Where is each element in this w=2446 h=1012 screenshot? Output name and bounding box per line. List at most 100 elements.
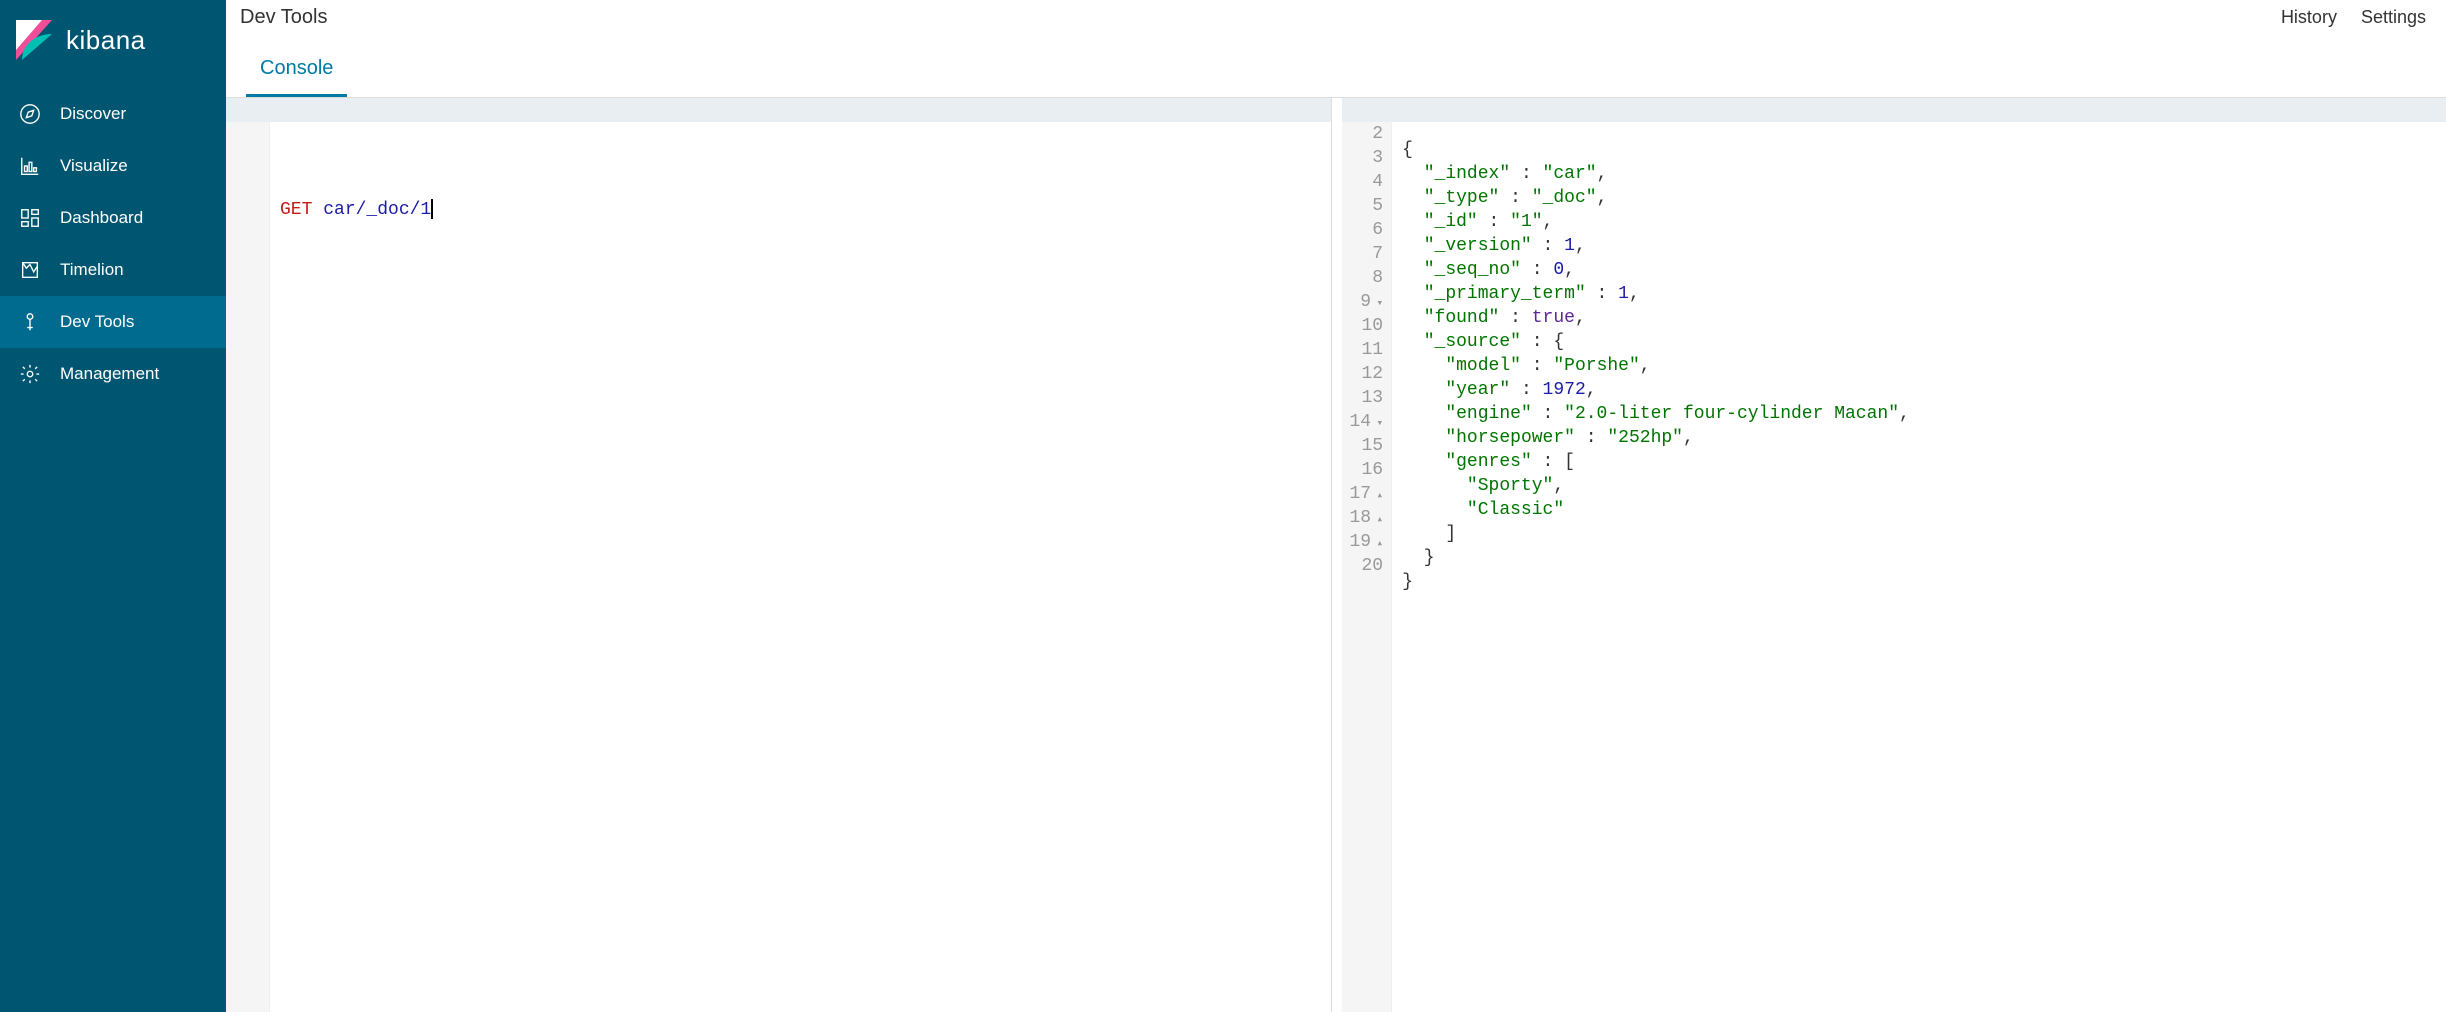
- token-key: "engine": [1445, 404, 1531, 424]
- response-line: "_seq_no" : 0,: [1402, 258, 2446, 282]
- token-string: "Porshe": [1553, 356, 1639, 376]
- token-punc: ,: [1899, 404, 1910, 424]
- token-punc: ,: [1683, 428, 1694, 448]
- line-number: 20: [1350, 554, 1384, 578]
- tab-console[interactable]: Console: [246, 47, 347, 97]
- response-line: "_index" : "car",: [1402, 162, 2446, 186]
- response-line: "Classic": [1402, 498, 2446, 522]
- token-punc: {: [1402, 140, 1413, 160]
- fold-toggle-icon[interactable]: ▾: [1373, 292, 1383, 316]
- token-punc: ,: [1575, 236, 1586, 256]
- token-pad: [1402, 476, 1467, 496]
- token-string: "Sporty": [1467, 476, 1553, 496]
- pane-resize-handle[interactable]: ⋮: [1342, 555, 1346, 577]
- token-punc: :: [1521, 356, 1553, 376]
- line-number: 12: [1350, 362, 1384, 386]
- sidebar-item-visualize[interactable]: Visualize: [0, 140, 226, 192]
- dashboard-icon: [18, 206, 42, 230]
- token-punc: :: [1586, 284, 1618, 304]
- line-number: 4: [1350, 170, 1384, 194]
- token-pad: [1402, 524, 1445, 544]
- brand-name: kibana: [66, 25, 146, 56]
- response-line: "model" : "Porshe",: [1402, 354, 2446, 378]
- token-punc: ,: [1597, 188, 1608, 208]
- fold-toggle-icon[interactable]: ▴: [1373, 508, 1383, 532]
- token-punc: :: [1499, 188, 1531, 208]
- request-code[interactable]: GET car/_doc/1: [270, 98, 1331, 1012]
- wrench-icon[interactable]: [1297, 100, 1317, 120]
- token-punc: ,: [1629, 284, 1640, 304]
- token-pad: [1402, 332, 1424, 352]
- line-number: 8: [1350, 266, 1384, 290]
- sidebar-item-dashboard[interactable]: Dashboard: [0, 192, 226, 244]
- fold-toggle-icon[interactable]: ▴: [1373, 484, 1383, 508]
- token-punc: : {: [1521, 332, 1564, 352]
- response-line: [1402, 594, 2446, 618]
- line-number: 17▴: [1350, 482, 1384, 506]
- token-number: 1972: [1543, 380, 1586, 400]
- token-string: "2.0-liter four-cylinder Macan": [1564, 404, 1899, 424]
- token-punc: }: [1424, 548, 1435, 568]
- settings-link[interactable]: Settings: [2361, 7, 2426, 28]
- main: Dev Tools History Settings Console 1: [226, 0, 2446, 1012]
- response-gutter: 1▾23456789▾1011121314▾151617▴18▴19▴20: [1342, 98, 1393, 1012]
- response-line: "_primary_term" : 1,: [1402, 282, 2446, 306]
- token-punc: :: [1478, 212, 1510, 232]
- sidebar-item-discover[interactable]: Discover: [0, 88, 226, 140]
- token-key: "_version": [1424, 236, 1532, 256]
- sidebar-item-dev-tools[interactable]: Dev Tools: [0, 296, 226, 348]
- play-icon[interactable]: [1263, 100, 1283, 120]
- sidebar-item-management[interactable]: Management: [0, 348, 226, 400]
- token-key: "_id": [1424, 212, 1478, 232]
- token-punc: ,: [1586, 380, 1597, 400]
- token-string: "1": [1510, 212, 1542, 232]
- line-number: 16: [1350, 458, 1384, 482]
- response-pane[interactable]: ⋮ 1▾23456789▾1011121314▾151617▴18▴19▴20 …: [1342, 98, 2446, 1012]
- history-link[interactable]: History: [2281, 7, 2337, 28]
- sidebar-item-timelion[interactable]: Timelion: [0, 244, 226, 296]
- token-punc: : [: [1532, 452, 1575, 472]
- token-punc: :: [1575, 428, 1607, 448]
- token-number: 1: [1564, 236, 1575, 256]
- token-pad: [1402, 260, 1424, 280]
- http-method: GET: [280, 200, 312, 220]
- fold-toggle-icon[interactable]: ▴: [1373, 532, 1383, 556]
- wrench-icon: [18, 310, 42, 334]
- token-punc: :: [1532, 404, 1564, 424]
- gear-icon: [18, 362, 42, 386]
- request-actions: [1263, 100, 1317, 120]
- request-line: GET car/_doc/1: [280, 198, 1331, 222]
- top-links: History Settings: [2281, 7, 2426, 28]
- response-line: "genres" : [: [1402, 450, 2446, 474]
- response-line: ]: [1402, 522, 2446, 546]
- sidebar-item-label: Dev Tools: [60, 312, 134, 332]
- token-key: "found": [1424, 308, 1500, 328]
- request-pane[interactable]: 1 GET car/_doc/1: [226, 98, 1332, 1012]
- token-pad: [1402, 500, 1467, 520]
- brand[interactable]: kibana: [0, 0, 226, 88]
- line-number: 2: [1350, 122, 1384, 146]
- response-line: "_type" : "_doc",: [1402, 186, 2446, 210]
- token-pad: [1402, 164, 1424, 184]
- token-key: "_source": [1424, 332, 1521, 352]
- token-key: "_primary_term": [1424, 284, 1586, 304]
- response-line: "engine" : "2.0-liter four-cylinder Maca…: [1402, 402, 2446, 426]
- compass-icon: [18, 102, 42, 126]
- line-number: 10: [1350, 314, 1384, 338]
- fold-toggle-icon[interactable]: ▾: [1373, 412, 1383, 436]
- line-number: 18▴: [1350, 506, 1384, 530]
- token-pad: [1402, 452, 1445, 472]
- page-title: Dev Tools: [240, 6, 327, 29]
- token-punc: ,: [1543, 212, 1554, 232]
- response-line: "_id" : "1",: [1402, 210, 2446, 234]
- token-punc: ,: [1553, 476, 1564, 496]
- token-string: "car": [1543, 164, 1597, 184]
- token-key: "year": [1445, 380, 1510, 400]
- token-punc: ,: [1564, 260, 1575, 280]
- response-line: "found" : true,: [1402, 306, 2446, 330]
- line-number: 5: [1350, 194, 1384, 218]
- sidebar-item-label: Dashboard: [60, 208, 143, 228]
- kibana-logo-icon: [16, 20, 52, 60]
- request-gutter: 1: [226, 98, 270, 1012]
- token-key: "horsepower": [1445, 428, 1575, 448]
